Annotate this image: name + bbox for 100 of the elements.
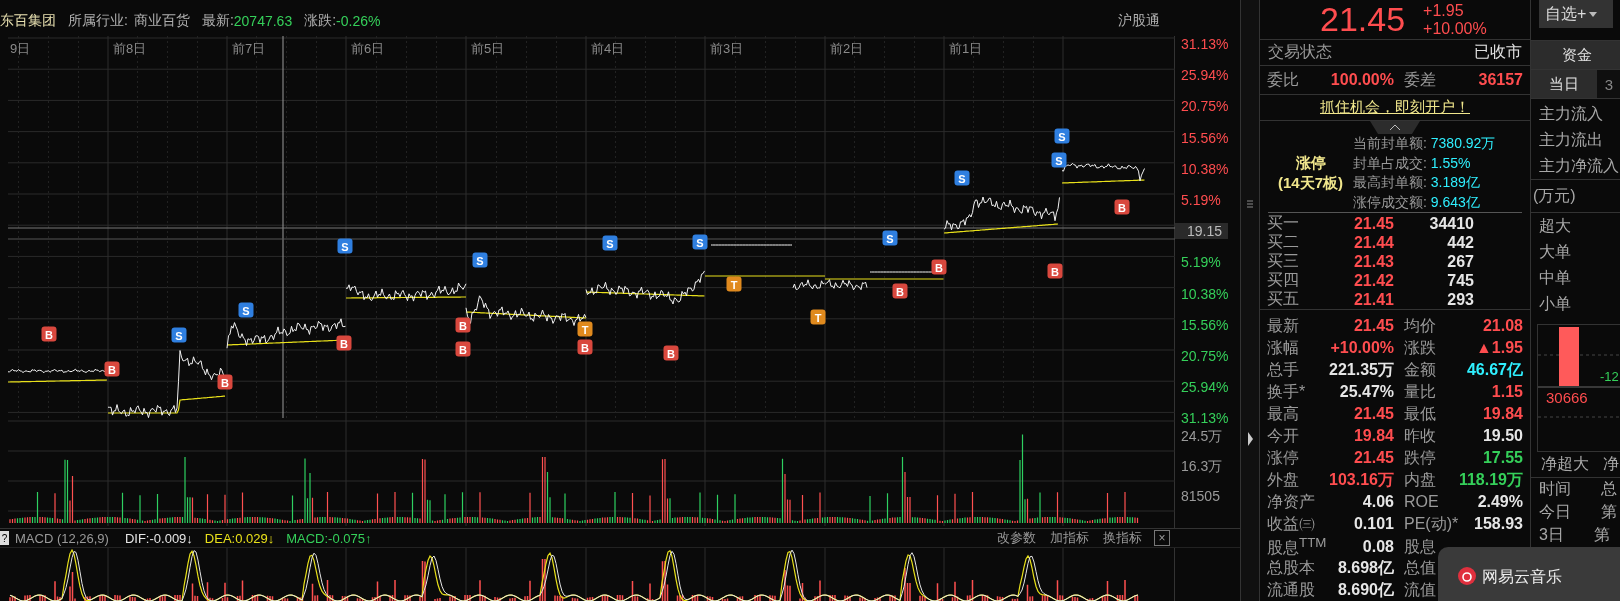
watchlist-button[interactable]: 自选+: [1539, 0, 1613, 28]
indicator-button[interactable]: 加指标: [1046, 529, 1093, 547]
axis-label: 5.19%: [1181, 254, 1221, 271]
rank-period: 时间: [1539, 479, 1571, 499]
net-header: 净超大: [1541, 454, 1589, 474]
help-button[interactable]: ?: [0, 531, 9, 545]
trade-marker[interactable]: T: [726, 276, 742, 292]
axis-label: 5.19%: [1181, 191, 1221, 208]
panel-tab[interactable]: 资金: [1531, 41, 1620, 69]
stat-value: 21.08: [1482, 317, 1523, 335]
limit-up-title: 涨停: [1295, 153, 1326, 173]
stat-label: 涨幅: [1267, 337, 1299, 358]
industry-label: 所属行业:: [68, 12, 128, 30]
trade-marker[interactable]: S: [1054, 128, 1070, 144]
trade-marker[interactable]: B: [104, 361, 120, 377]
day-label: 前1日: [949, 40, 983, 58]
axis-label: 24.5万: [1181, 428, 1223, 444]
axis-label: 15.56%: [1181, 129, 1229, 146]
trade-marker[interactable]: B: [217, 374, 233, 390]
stat-label: 流值: [1404, 579, 1436, 600]
stat-value: 19.84: [1353, 427, 1394, 445]
bid-price: 21.44: [1353, 233, 1394, 252]
flow-label: 主力流入: [1539, 103, 1603, 124]
music-app-icon: [1458, 567, 1476, 585]
stat-label: 股息: [1404, 536, 1436, 557]
trade-marker[interactable]: B: [455, 317, 471, 333]
stat-value: 19.50: [1482, 427, 1523, 445]
ratio-label: 委比: [1267, 69, 1299, 90]
indicator-button[interactable]: 改参数: [993, 529, 1040, 547]
stat-label: 昨收: [1404, 425, 1436, 446]
trade-marker[interactable]: B: [663, 345, 679, 361]
axis-label: 25.94%: [1181, 379, 1229, 396]
trade-marker[interactable]: B: [41, 326, 57, 342]
trade-marker[interactable]: S: [954, 170, 970, 186]
trade-marker[interactable]: B: [1047, 263, 1063, 279]
trade-marker[interactable]: T: [810, 309, 826, 325]
trade-marker[interactable]: S: [238, 302, 254, 318]
stat-value: 25.47%: [1339, 383, 1394, 401]
stat-value: 103.16万: [1329, 469, 1394, 490]
close-button[interactable]: ×: [1154, 530, 1170, 546]
indicator-title: MACD (12,26,9): [15, 530, 109, 546]
trade-marker[interactable]: B: [1114, 199, 1130, 215]
diff-value: 36157: [1478, 71, 1523, 90]
stat-value: 118.19万: [1458, 469, 1523, 490]
axis-label: 16.3万: [1181, 458, 1223, 474]
trade-marker[interactable]: S: [1051, 152, 1067, 168]
rank-period: 今日: [1539, 502, 1571, 522]
expand-arrow-icon[interactable]: [1247, 432, 1253, 446]
open-account-link[interactable]: 抓住机会，即刻开户！: [1320, 98, 1470, 118]
trade-marker[interactable]: B: [931, 259, 947, 275]
trade-marker[interactable]: S: [337, 238, 353, 254]
trade-marker[interactable]: S: [882, 230, 898, 246]
axis-label: 31.13%: [1181, 410, 1229, 427]
stat-label: 最低: [1404, 403, 1436, 424]
order-size-label: 大单: [1539, 241, 1571, 262]
trade-marker[interactable]: S: [602, 235, 618, 251]
day-label: 前5日: [471, 40, 505, 58]
bid-label: 买五: [1267, 289, 1299, 309]
indicator-button[interactable]: 换指标: [1099, 529, 1146, 547]
bid-price: 21.42: [1353, 271, 1394, 290]
stat-value: 8.698亿: [1337, 557, 1394, 578]
stat-label: PE(动)*: [1404, 513, 1459, 534]
stat-value: +10.00%: [1330, 339, 1394, 357]
price-change-percent: +10.00%: [1423, 19, 1487, 38]
flow-label: 主力净流入: [1539, 155, 1619, 176]
order-size-label: 小单: [1539, 293, 1571, 314]
trade-marker[interactable]: S: [472, 252, 488, 268]
index-label: 最新:: [201, 12, 234, 30]
trade-marker[interactable]: B: [577, 339, 593, 355]
stat-label: 均价: [1404, 315, 1436, 336]
day-label: 9日: [10, 40, 31, 58]
unit-label: (万元): [1533, 185, 1576, 206]
stat-label: 总股本: [1267, 557, 1315, 578]
period-tab[interactable]: 当日: [1531, 70, 1597, 98]
inflow-bar: [1559, 327, 1579, 386]
notification-toast[interactable]: 网易云音乐: [1438, 547, 1620, 601]
stat-value: 4.06: [1362, 493, 1394, 511]
flow-bar-value: 30666: [1546, 389, 1588, 406]
stat-label: 金额: [1404, 359, 1436, 380]
dea-value: DEA:0.029↓: [204, 530, 275, 546]
trade-marker[interactable]: B: [892, 283, 908, 299]
stat-label: 外盘: [1267, 469, 1299, 490]
trade-marker[interactable]: B: [336, 335, 352, 351]
stat-label: 量比: [1404, 381, 1436, 402]
trade-marker[interactable]: B: [455, 341, 471, 357]
order-size-label: 超大: [1539, 215, 1571, 236]
grip-icon[interactable]: [1247, 200, 1253, 210]
last-price: 21.45: [1320, 0, 1406, 39]
crosshair-price: 19.15: [1175, 223, 1229, 240]
bid-price: 21.45: [1353, 214, 1394, 233]
bid-price: 21.43: [1353, 252, 1394, 271]
stat-value: 21.45: [1353, 449, 1394, 467]
axis-label: 31.13%: [1181, 36, 1229, 52]
trade-marker[interactable]: T: [577, 321, 593, 337]
period-tab[interactable]: 3: [1597, 70, 1620, 98]
day-label: 前4日: [591, 40, 625, 58]
collapse-chevron-icon[interactable]: [1370, 121, 1420, 134]
trade-marker[interactable]: S: [692, 234, 708, 250]
limit-up-streak: (14天7板): [1278, 173, 1343, 193]
trade-marker[interactable]: S: [171, 327, 187, 343]
